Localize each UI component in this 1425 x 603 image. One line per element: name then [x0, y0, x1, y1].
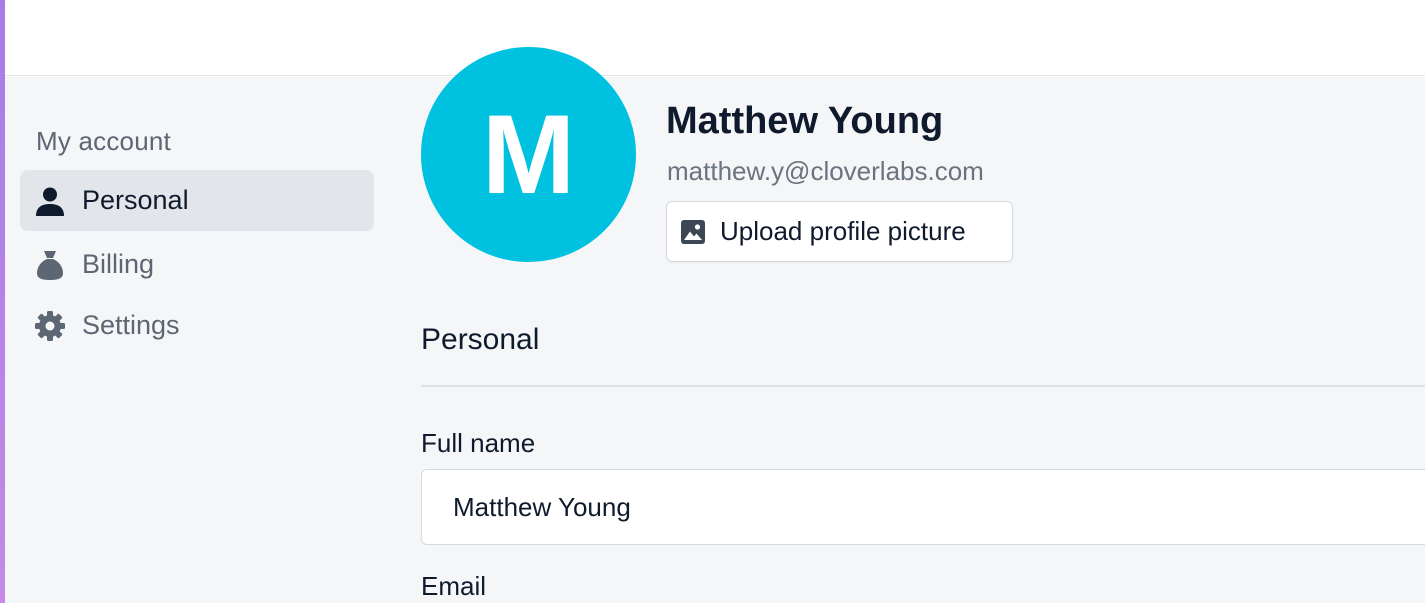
upload-profile-picture-button[interactable]: Upload profile picture	[666, 201, 1013, 262]
person-icon	[34, 185, 66, 217]
full-name-label: Full name	[421, 428, 536, 458]
sidebar-item-label: Personal	[82, 185, 189, 215]
sidebar-heading: My account	[36, 126, 171, 156]
profile-email: matthew.y@cloverlabs.com	[667, 156, 984, 186]
section-divider	[421, 385, 1425, 387]
full-name-input[interactable]	[421, 469, 1425, 545]
sidebar-item-billing[interactable]: Billing	[20, 234, 374, 295]
section-title: Personal	[421, 323, 540, 356]
profile-name: Matthew Young	[666, 100, 944, 142]
sidebar-item-personal[interactable]: Personal	[20, 170, 374, 231]
gear-icon	[34, 310, 66, 342]
upload-button-label: Upload profile picture	[720, 216, 966, 246]
account-page: My account Personal Billing Settings M M…	[0, 0, 1425, 603]
sidebar-item-label: Billing	[82, 249, 155, 279]
top-bar	[5, 0, 1425, 76]
money-bag-icon	[34, 249, 66, 281]
image-icon	[680, 219, 706, 245]
email-label: Email	[421, 571, 487, 601]
sidebar-item-settings[interactable]: Settings	[20, 295, 374, 356]
sidebar-item-label: Settings	[82, 310, 180, 340]
avatar: M	[421, 47, 636, 262]
